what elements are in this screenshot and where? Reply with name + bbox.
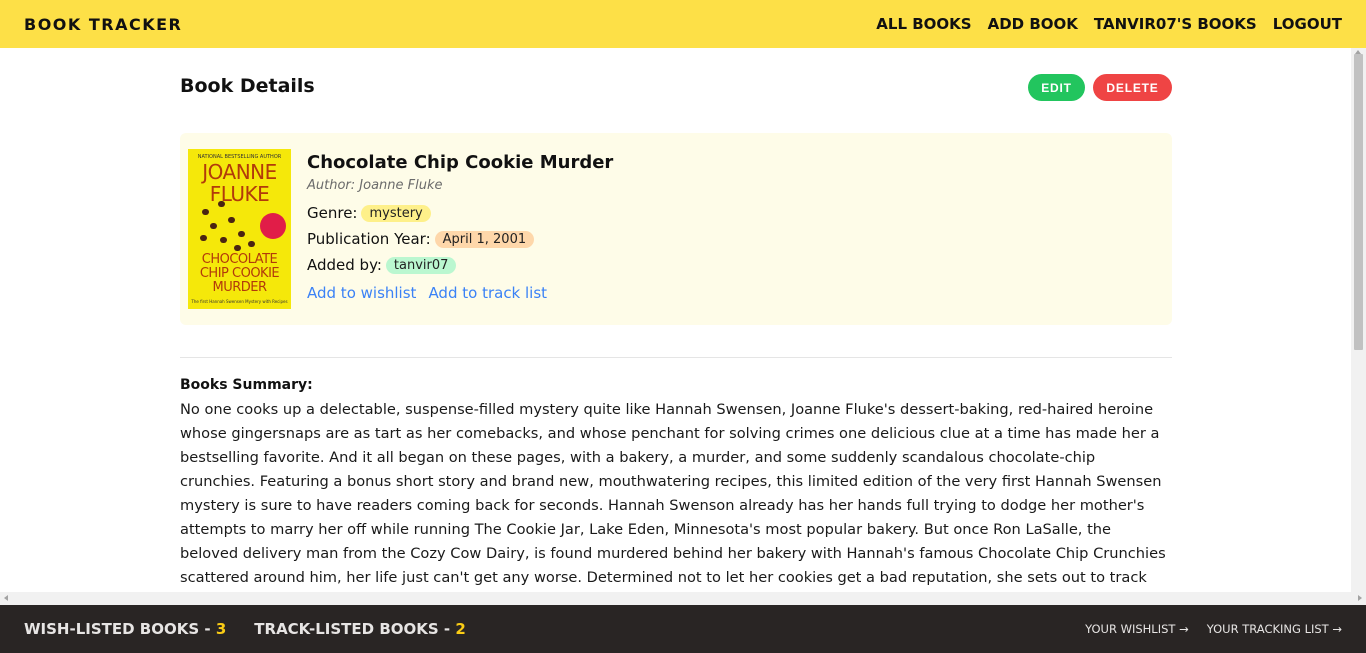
tracklist-count-label: TRACK-LISTED BOOKS - — [254, 620, 456, 638]
year-badge: April 1, 2001 — [434, 230, 535, 248]
scroll-left-arrow-icon[interactable] — [4, 595, 8, 601]
summary-heading: Books Summary: — [180, 377, 313, 393]
chip-decoration — [248, 241, 255, 247]
cover-author: JOANNE FLUKE — [202, 160, 277, 206]
nav-all-books[interactable]: ALL BOOKS — [876, 15, 971, 33]
wishlist-count-value: 3 — [215, 620, 227, 638]
nav-logout[interactable]: LOGOUT — [1273, 15, 1342, 33]
main-nav: ALL BOOKS ADD BOOK TANVIR07'S BOOKS LOGO… — [876, 15, 1342, 33]
nav-add-book[interactable]: ADD BOOK — [988, 15, 1078, 33]
page-header: Book Details EDIT DELETE — [180, 74, 1172, 102]
your-wishlist-link[interactable]: YOUR WISHLIST → — [1085, 622, 1189, 636]
chip-decoration — [238, 231, 245, 237]
added-by-label: Added by: — [307, 256, 382, 274]
brand-logo[interactable]: BOOK TRACKER — [24, 15, 182, 34]
cover-seal — [260, 213, 286, 239]
page-title: Book Details — [180, 75, 315, 97]
tracklist-count-value: 2 — [455, 620, 466, 638]
chip-decoration — [234, 245, 241, 251]
genre-badge: mystery — [361, 204, 431, 222]
nav-my-books[interactable]: TANVIR07'S BOOKS — [1094, 15, 1257, 33]
scroll-right-arrow-icon[interactable] — [1358, 595, 1362, 601]
book-info: Chocolate Chip Cookie Murder Author: Joa… — [307, 152, 613, 302]
book-card: NATIONAL BESTSELLING AUTHOR JOANNE FLUKE… — [180, 133, 1172, 325]
scrollbar-thumb[interactable] — [1354, 54, 1363, 350]
cover-subtitle: The first Hannah Swensen Mystery with Re… — [191, 299, 288, 304]
delete-button[interactable]: DELETE — [1093, 74, 1172, 101]
divider — [180, 357, 1172, 358]
chip-decoration — [200, 235, 207, 241]
add-to-wishlist-link[interactable]: Add to wishlist — [307, 284, 416, 302]
book-cover-image: NATIONAL BESTSELLING AUTHOR JOANNE FLUKE… — [188, 149, 291, 309]
your-tracking-list-link[interactable]: YOUR TRACKING LIST → — [1207, 622, 1342, 636]
year-row: Publication Year: April 1, 2001 — [307, 226, 613, 252]
footer-stats: WISH-LISTED BOOKS - 3 TRACK-LISTED BOOKS… — [24, 620, 466, 638]
add-to-tracklist-link[interactable]: Add to track list — [428, 284, 547, 302]
footer-bar: WISH-LISTED BOOKS - 3 TRACK-LISTED BOOKS… — [0, 605, 1366, 653]
genre-label: Genre: — [307, 204, 358, 222]
chip-decoration — [228, 217, 235, 223]
chip-decoration — [202, 209, 209, 215]
footer-links: YOUR WISHLIST → YOUR TRACKING LIST → — [1085, 622, 1342, 636]
main-content: Book Details EDIT DELETE NATIONAL BESTSE… — [0, 48, 1351, 592]
wishlist-count: WISH-LISTED BOOKS - 3 — [24, 620, 226, 638]
year-label: Publication Year: — [307, 230, 431, 248]
wishlist-count-label: WISH-LISTED BOOKS - — [24, 620, 216, 638]
genre-row: Genre: mystery — [307, 200, 613, 226]
user-badge: tanvir07 — [385, 256, 457, 274]
chip-decoration — [220, 237, 227, 243]
book-author: Author: Joanne Fluke — [307, 178, 443, 193]
chip-decoration — [218, 201, 225, 207]
vertical-scrollbar[interactable] — [1351, 48, 1366, 592]
chip-decoration — [210, 223, 217, 229]
top-navbar: BOOK TRACKER ALL BOOKS ADD BOOK TANVIR07… — [0, 0, 1366, 48]
cover-title: CHOCOLATE CHIP COOKIE MURDER — [199, 252, 280, 295]
summary-text: No one cooks up a delectable, suspense-f… — [180, 401, 1166, 586]
horizontal-scrollbar[interactable] — [0, 592, 1366, 605]
book-title: Chocolate Chip Cookie Murder — [307, 152, 614, 173]
action-links: Add to wishlist Add to track list — [307, 284, 613, 302]
added-by-row: Added by: tanvir07 — [307, 252, 613, 278]
edit-button[interactable]: EDIT — [1028, 74, 1085, 101]
tracklist-count: TRACK-LISTED BOOKS - 2 — [254, 620, 466, 638]
